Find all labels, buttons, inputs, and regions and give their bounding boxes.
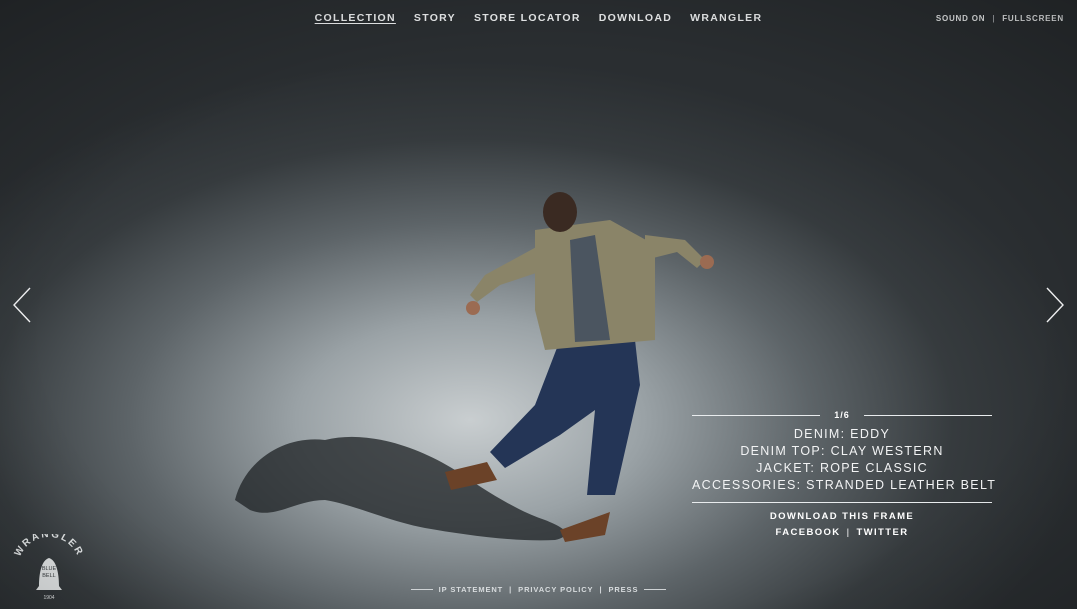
facebook-link[interactable]: FACEBOOK bbox=[776, 527, 841, 538]
product-item-accessories: ACCESSORIES: STRANDED LEATHER BELT bbox=[692, 478, 997, 492]
logo-bell-top: BLUE bbox=[42, 566, 57, 572]
privacy-policy-link[interactable]: PRIVACY POLICY bbox=[518, 585, 593, 594]
hero-stage: COLLECTION STORY STORE LOCATOR DOWNLOAD … bbox=[0, 0, 1077, 609]
wrangler-bluebell-logo[interactable]: WRANGLER BLUE BELL 1904 bbox=[12, 534, 86, 602]
chevron-right-icon[interactable] bbox=[1041, 285, 1067, 325]
footer-separator: | bbox=[599, 585, 603, 594]
nav-item-store-locator[interactable]: STORE LOCATOR bbox=[474, 12, 581, 28]
model-shoe-right bbox=[560, 512, 610, 542]
ip-statement-link[interactable]: IP STATEMENT bbox=[439, 585, 504, 594]
footer-rule bbox=[644, 589, 667, 590]
divider bbox=[863, 414, 993, 416]
nav-item-wrangler[interactable]: WRANGLER bbox=[690, 12, 762, 28]
chevron-left-icon[interactable] bbox=[10, 285, 36, 325]
share-separator: | bbox=[846, 527, 851, 538]
product-info-panel: 1/6 DENIM: EDDY DENIM TOP: CLAY WESTERN … bbox=[692, 408, 997, 538]
model-hand-left bbox=[466, 301, 480, 315]
product-item-jacket: JACKET: ROPE CLASSIC bbox=[756, 461, 928, 475]
nav-item-download[interactable]: DOWNLOAD bbox=[599, 12, 672, 28]
main-nav: COLLECTION STORY STORE LOCATOR DOWNLOAD … bbox=[0, 12, 1077, 28]
footer-rule bbox=[410, 589, 433, 590]
model-head bbox=[543, 192, 577, 232]
press-link[interactable]: PRESS bbox=[608, 585, 638, 594]
utility-separator: | bbox=[992, 14, 996, 23]
nav-item-collection[interactable]: COLLECTION bbox=[315, 12, 396, 28]
share-links: FACEBOOK | TWITTER bbox=[692, 527, 992, 538]
footer-links: IP STATEMENT | PRIVACY POLICY | PRESS bbox=[0, 585, 1077, 594]
model-hand-right bbox=[700, 255, 714, 269]
divider bbox=[692, 414, 821, 416]
product-item-denim: DENIM: EDDY bbox=[793, 427, 891, 441]
footer-separator: | bbox=[509, 585, 513, 594]
nav-item-story[interactable]: STORY bbox=[414, 12, 456, 28]
slide-counter: 1/6 bbox=[834, 410, 850, 420]
model-jeans bbox=[490, 340, 640, 495]
model-arm-left bbox=[470, 245, 545, 302]
logo-brand-text: WRANGLER bbox=[13, 534, 84, 558]
download-frame-link[interactable]: DOWNLOAD THIS FRAME bbox=[692, 511, 992, 522]
product-list: DENIM: EDDY DENIM TOP: CLAY WESTERN JACK… bbox=[692, 426, 997, 494]
sound-toggle[interactable]: SOUND ON bbox=[936, 14, 986, 23]
divider bbox=[692, 502, 992, 503]
fullscreen-button[interactable]: FULLSCREEN bbox=[1002, 14, 1064, 23]
svg-text:WRANGLER: WRANGLER bbox=[13, 534, 86, 558]
logo-bell-bottom: BELL bbox=[42, 573, 55, 579]
model-photo bbox=[235, 192, 714, 542]
twitter-link[interactable]: TWITTER bbox=[856, 527, 908, 538]
logo-year: 1904 bbox=[43, 595, 54, 601]
product-item-denim-top: DENIM TOP: CLAY WESTERN bbox=[740, 444, 944, 458]
utility-links: SOUND ON | FULLSCREEN bbox=[936, 14, 1064, 23]
slide-counter-row: 1/6 bbox=[692, 408, 993, 422]
